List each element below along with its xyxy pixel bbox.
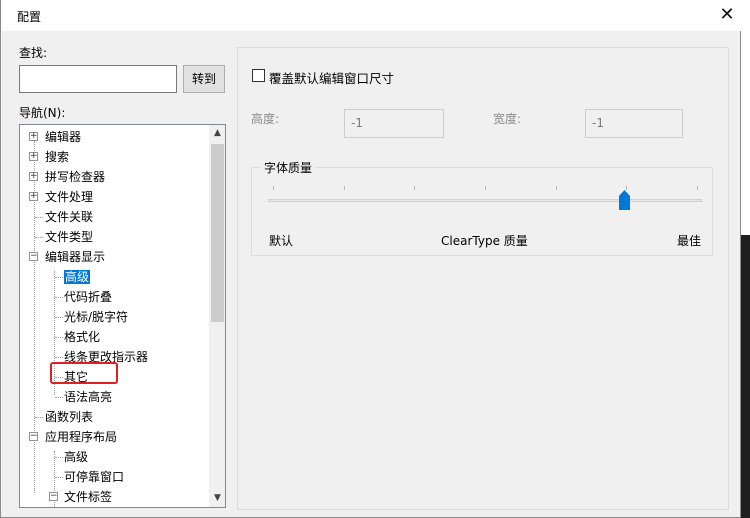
nav-tree-item[interactable]: 搜索: [45, 148, 69, 166]
override-size-checkbox[interactable]: [252, 69, 265, 82]
nav-tree-item[interactable]: 编辑器显示: [45, 248, 105, 266]
tree-connector: [55, 297, 63, 298]
font-quality-max-label: 最佳: [677, 234, 702, 248]
font-quality-mid-label: ClearType 质量: [441, 234, 528, 248]
tree-connector: [35, 237, 43, 238]
nav-tree-item[interactable]: 文件标签: [64, 488, 112, 506]
slider-tick: [697, 186, 698, 190]
collapse-minus-icon[interactable]: −: [49, 492, 58, 501]
background-window-edge: [740, 0, 750, 518]
expand-plus-icon[interactable]: +: [29, 132, 38, 141]
search-input[interactable]: [19, 65, 177, 93]
nav-tree-item[interactable]: 编辑器: [45, 128, 81, 146]
nav-tree-item-label: 可停靠窗口: [64, 470, 125, 484]
nav-tree-item-label: 文件关联: [45, 210, 94, 224]
nav-tree-item[interactable]: 拼写检查器: [45, 168, 105, 186]
slider-tick: [273, 186, 274, 190]
tree-scrollbar[interactable]: ▲ ▼: [209, 125, 225, 507]
nav-tree-item[interactable]: 高级: [64, 448, 88, 466]
scroll-thumb[interactable]: [211, 144, 224, 322]
nav-tree-item-label: 应用程序布局: [45, 430, 118, 444]
nav-tree-item[interactable]: 光标/脱字符: [64, 308, 128, 326]
nav-label: 导航(N):: [19, 106, 66, 120]
nav-tree-item-label: 拼写检查器: [45, 170, 106, 184]
nav-tree-item-label: 高级: [64, 270, 91, 284]
close-icon[interactable]: ✕: [713, 0, 741, 30]
expand-plus-icon[interactable]: +: [29, 192, 38, 201]
scroll-down-icon[interactable]: ▼: [209, 490, 225, 507]
nav-tree-item[interactable]: 高级: [64, 268, 91, 286]
height-field[interactable]: -1: [344, 109, 444, 138]
font-quality-title: 字体质量: [261, 159, 316, 176]
collapse-minus-icon[interactable]: −: [29, 252, 38, 261]
height-label: 高度:: [251, 112, 280, 126]
slider-tick: [485, 186, 486, 190]
expand-plus-icon[interactable]: +: [29, 172, 38, 181]
slider-tick: [343, 186, 345, 190]
font-quality-slider-thumb[interactable]: [619, 190, 631, 210]
nav-tree-item[interactable]: 应用程序布局: [45, 428, 117, 446]
tree-connector: [55, 277, 63, 278]
nav-tree-item-label: 搜索: [45, 150, 70, 164]
nav-tree-item[interactable]: 代码折叠: [64, 288, 112, 306]
nav-tree-item-label: 编辑器显示: [45, 250, 106, 264]
nav-tree-item[interactable]: 文件类型: [45, 228, 93, 246]
nav-tree-item[interactable]: 文件关联: [45, 208, 93, 226]
config-dialog: 配置 ✕ 查找: 转到 导航(N): + 编辑器 + 搜索 + 拼写检查器 + 文件处理文件关…: [0, 0, 741, 518]
scroll-up-icon[interactable]: ▲: [209, 125, 225, 142]
nav-tree-item[interactable]: 格式化: [64, 328, 100, 346]
dialog-title: 配置: [17, 10, 42, 24]
nav-tree-item-label: 编辑器: [45, 130, 82, 144]
goto-button[interactable]: 转到: [183, 65, 225, 93]
slider-tick: [555, 186, 557, 190]
search-label: 查找:: [19, 46, 48, 60]
tree-connector: [55, 457, 63, 458]
tree-connector: [55, 357, 63, 358]
nav-tree[interactable]: + 编辑器 + 搜索 + 拼写检查器 + 文件处理 文件关联 文件类型 − 编辑器显示 高级 代码折叠 光标…: [19, 124, 226, 508]
font-quality-min-label: 默认: [269, 234, 294, 248]
nav-tree-item-label: 文件标签: [64, 490, 113, 504]
expand-plus-icon[interactable]: +: [29, 152, 38, 161]
background-dark-area: [740, 235, 750, 518]
width-label: 宽度:: [493, 112, 522, 126]
nav-tree-item-label: 文件类型: [45, 230, 94, 244]
tree-connector: [35, 417, 43, 418]
slider-tick: [414, 186, 416, 190]
nav-tree-item[interactable]: 语法高亮: [64, 388, 112, 406]
tree-connector: [55, 397, 63, 398]
tree-connector: [55, 477, 63, 478]
nav-tree-item-label: 函数列表: [45, 410, 94, 424]
nav-tree-item-label: 光标/脱字符: [64, 310, 129, 324]
collapse-minus-icon[interactable]: −: [29, 432, 38, 441]
tree-connector: [55, 317, 63, 318]
font-quality-slider-track[interactable]: [268, 199, 702, 202]
annotation-highlight-box: [50, 362, 118, 384]
nav-tree-item-label: 语法高亮: [64, 390, 113, 404]
nav-tree-item[interactable]: 可停靠窗口: [64, 468, 124, 486]
nav-tree-item[interactable]: 函数列表: [45, 408, 93, 426]
nav-tree-item-label: 文件处理: [45, 190, 94, 204]
title-bar: 配置 ✕: [1, 0, 741, 31]
tree-connector: [55, 337, 63, 338]
nav-tree-item-label: 格式化: [64, 330, 101, 344]
tree-connector: [35, 217, 43, 218]
width-field[interactable]: -1: [585, 109, 683, 138]
override-size-label: 覆盖默认编辑窗口尺寸: [269, 71, 395, 86]
nav-tree-item[interactable]: 文件处理: [45, 188, 93, 206]
nav-tree-item-label: 代码折叠: [64, 290, 113, 304]
nav-tree-item-label: 高级: [64, 450, 89, 464]
